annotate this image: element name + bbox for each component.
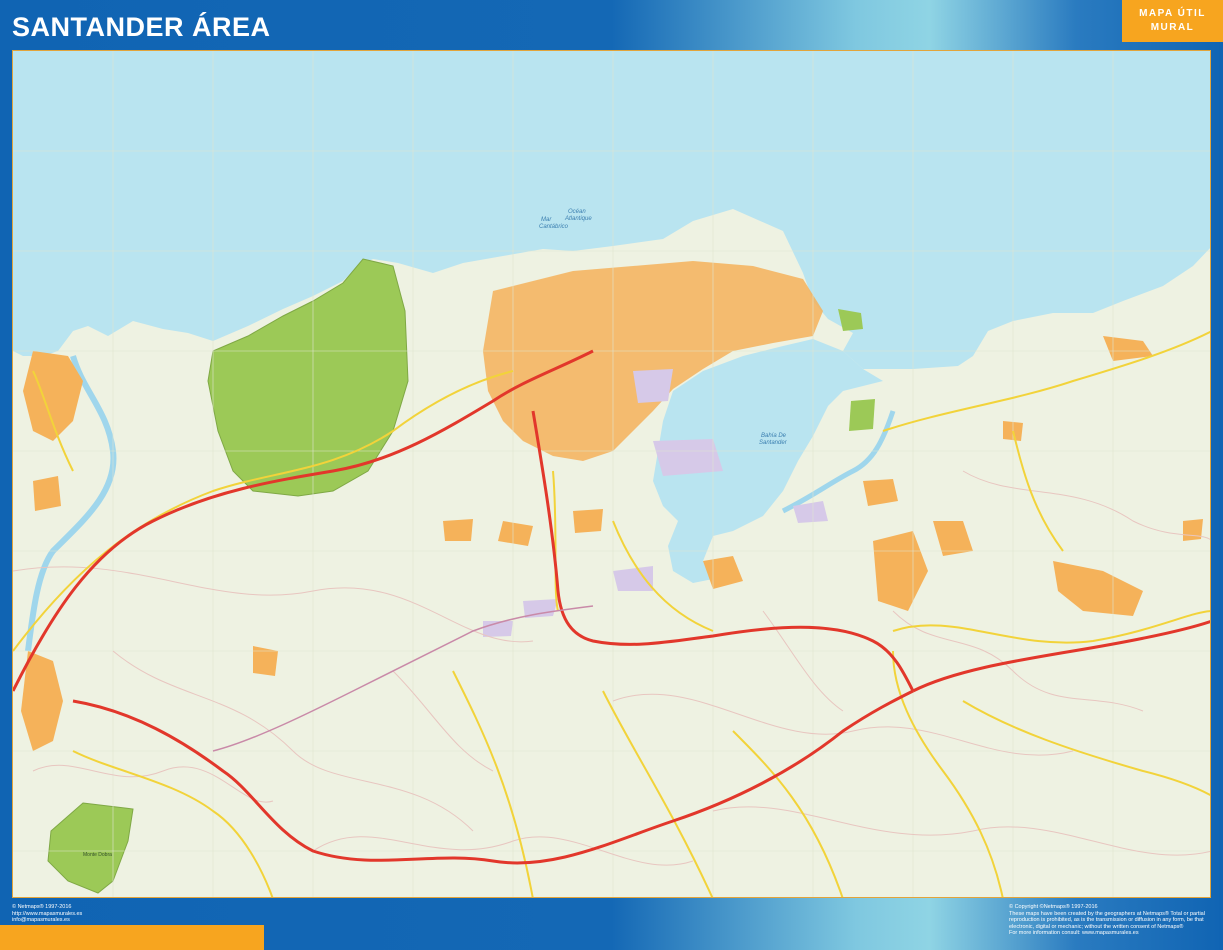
park-label: Monte Dobra [83,852,112,858]
map-area[interactable]: Océan Atlantique Mar Cantábrico Bahía De… [12,50,1211,898]
footer-accent-bar [0,925,264,950]
footer-left: © Netmaps® 1997-2016 http://www.mapasmur… [12,904,82,924]
map-canvas: Océan Atlantique Mar Cantábrico Bahía De… [13,51,1210,897]
footer-email-link[interactable]: info@mapasmurales.es [12,917,82,924]
ocean-label-2: Atlantique [564,216,592,222]
footer-legal-3: reproduction is prohibited, as is the tr… [1009,917,1204,923]
ocean-label-1: Océan [568,209,586,215]
brand-line-2: MURAL [1150,22,1195,33]
brand-line-1: MAPA ÚTIL [1139,8,1206,19]
park-small-east [849,399,875,431]
brand-badge[interactable]: MAPA ÚTIL MURAL [1122,0,1223,42]
bay-label-1: Bahía De [761,433,787,439]
footer-legal-5: For more information consult: www.mapasm… [1009,930,1139,936]
footer-right: © Copyright ©Netmaps® 1997-2016 These ma… [1009,904,1214,937]
sea-label-2: Cantábrico [539,224,569,230]
sea-label-1: Mar [541,217,552,223]
map-title: SANTANDER ÁREA [12,12,271,42]
bay-label-2: Santander [759,440,788,446]
